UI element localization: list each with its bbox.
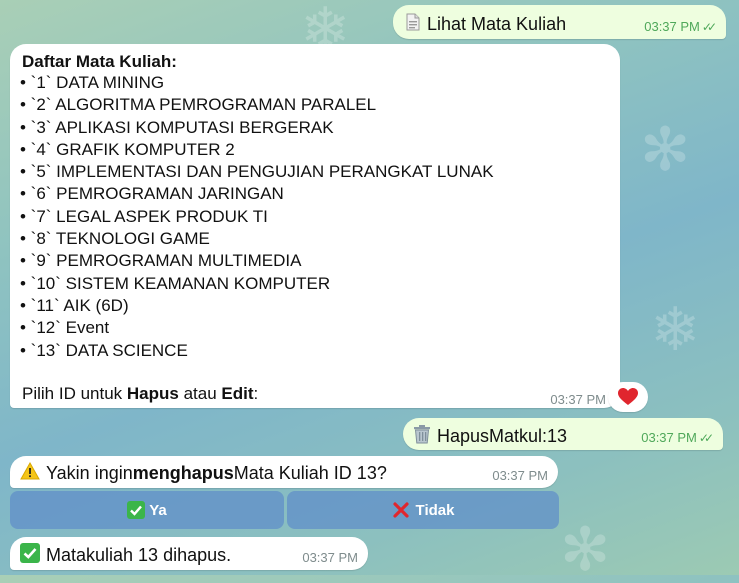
confirm-message: Yakin ingin menghapus Mata Kuliah ID 13?… <box>10 456 558 488</box>
heart-icon <box>618 388 638 405</box>
list-item: • `11` AIK (6D) <box>20 295 129 315</box>
list-item: • `7` LEGAL ASPEK PRODUK TI <box>20 206 268 226</box>
message-time: 03:37 PM <box>302 550 358 565</box>
background-snowflake: ✻ <box>560 516 611 583</box>
list-item: • `12` Event <box>20 318 110 338</box>
outgoing-message-lihat[interactable]: Lihat Mata Kuliah 03:37 PM ✓✓ <box>393 5 726 39</box>
check-icon <box>20 543 40 568</box>
message-text: Matakuliah 13 dihapus. <box>46 545 232 565</box>
warning-icon <box>20 461 40 485</box>
check-icon <box>127 501 146 519</box>
message-text: Lihat Mata Kuliah <box>427 14 567 34</box>
message-time: 03:37 PM <box>550 392 606 407</box>
message-time: 03:37 PM <box>644 19 700 34</box>
yes-button-label: Ya <box>149 501 167 519</box>
list-item: • `13` DATA SCIENCE <box>20 340 188 360</box>
message-text: HapusMatkul:13 <box>437 426 568 446</box>
deleted-message: Matakuliah 13 dihapus. 03:37 PM <box>10 537 368 570</box>
no-button[interactable]: Tidak <box>287 491 559 529</box>
yes-button[interactable]: Ya <box>10 491 284 529</box>
list-item: • `8` TEKNOLOGI GAME <box>20 229 210 249</box>
action-prompt: Pilih ID untuk Hapus atau Edit: <box>22 384 259 403</box>
background-snowflake: ❄ <box>650 296 701 363</box>
list-item: • `4` GRAFIK KOMPUTER 2 <box>20 139 235 159</box>
list-item: • `6` PEMROGRAMAN JARINGAN <box>20 184 284 204</box>
double-check-icon: ✓✓ <box>701 20 717 34</box>
course-list-message: Daftar Mata Kuliah: • `1` DATA MINING • … <box>10 44 620 408</box>
heart-reaction[interactable] <box>608 382 648 412</box>
list-item: • `10` SISTEM KEAMANAN KOMPUTER <box>20 273 331 293</box>
background-snowflake: ✻ <box>640 116 691 183</box>
list-item: • `3` APLIKASI KOMPUTASI BERGERAK <box>20 117 334 137</box>
trash-icon <box>413 424 431 449</box>
list-item: • `1` DATA MINING <box>20 73 165 92</box>
cross-icon <box>392 502 409 518</box>
message-time: 03:37 PM <box>492 468 548 483</box>
list-item: • `5` IMPLEMENTASI DAN PENGUJIAN PERANGK… <box>20 162 494 182</box>
double-check-icon: ✓✓ <box>698 431 714 445</box>
message-time: 03:37 PM <box>641 430 697 445</box>
list-item: • `9` PEMROGRAMAN MULTIMEDIA <box>20 251 302 271</box>
list-item: • `2` ALGORITMA PEMROGRAMAN PARALEL <box>20 95 377 115</box>
course-list-heading: Daftar Mata Kuliah: <box>22 52 177 71</box>
outgoing-message-hapus[interactable]: HapusMatkul:13 03:37 PM ✓✓ <box>403 418 723 450</box>
no-button-label: Tidak <box>415 501 455 519</box>
document-icon <box>405 13 421 36</box>
course-list: • `1` DATA MINING • `2` ALGORITMA PEMROG… <box>20 72 494 362</box>
